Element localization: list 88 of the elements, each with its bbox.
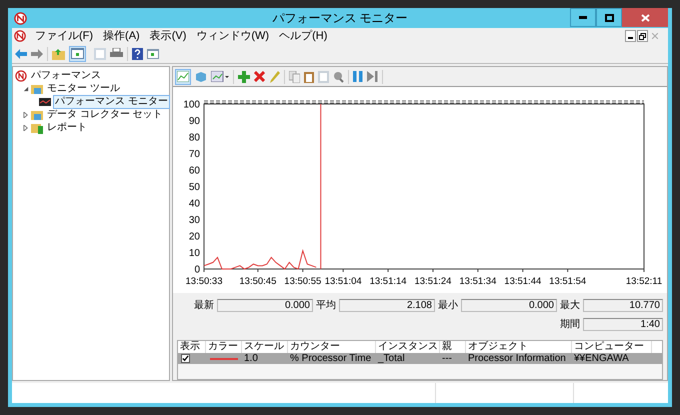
close-icon [640,14,650,22]
forward-arrow-icon[interactable] [31,48,43,59]
tree-item[interactable]: モニター ツール [45,82,122,96]
stat-label: 最小 [438,298,458,314]
x-tick-label: 13:51:04 [324,276,362,288]
y-tick-label: 90 [188,116,200,128]
pause-icon[interactable] [353,71,363,82]
checkbox[interactable] [181,354,190,364]
stat-value: 10.770 [583,299,663,312]
maximize-icon [604,14,614,22]
cube-icon[interactable] [195,71,207,82]
minimize-icon [628,37,633,40]
clipboard-icon[interactable] [304,70,314,83]
x-tick-label: 13:51:14 [370,276,407,288]
x-tick-label: 13:51:54 [549,276,586,288]
monitor-icon [39,96,51,108]
y-tick-label: 70 [188,149,200,160]
y-tick-label: 40 [188,198,200,210]
close-button[interactable] [622,8,668,27]
maximize-button[interactable] [596,8,622,27]
minimize-icon [579,16,587,19]
stat-value: 2.108 [339,299,435,312]
table-cell-text: % Processor Time [289,353,372,364]
menu-item[interactable]: 操作(A) [103,28,140,44]
y-tick-label: 100 [183,100,200,111]
gauge-icon [15,70,27,82]
stat-label: 期間 [560,318,580,332]
menu-item[interactable]: 表示(V) [150,28,186,44]
pane-icon[interactable] [147,48,159,59]
folder-up-icon[interactable] [52,48,65,60]
table-cell-text: --- [441,353,453,364]
folder-icon [31,108,43,121]
menu-item[interactable]: ファイル(F) [35,28,94,44]
help-icon[interactable] [132,48,143,60]
pane-icon[interactable] [71,48,84,60]
back-arrow-icon[interactable] [15,48,27,59]
app-icon [14,30,26,42]
x-tick-label: 13:51:44 [504,276,542,288]
minimize-button[interactable] [625,30,636,42]
graph-icon[interactable] [177,71,189,82]
menu-item[interactable]: ヘルプ(H) [279,28,328,44]
collapse-arrow-icon[interactable] [23,86,29,92]
x-tick-label: 13:51:34 [459,276,496,288]
restore-button[interactable] [637,30,648,42]
step-icon[interactable] [367,71,378,82]
tree-item[interactable]: データ コレクター セット [45,108,165,122]
stat-label: 平均 [316,299,336,314]
table-cell-text: _Total [376,353,406,364]
menu-item[interactable]: ウィンドウ(W) [196,28,270,44]
chart-type-icon[interactable] [211,71,229,82]
x-tick-label: 13:51:24 [414,276,452,288]
tree-item[interactable]: パフォーマンス モニター [53,94,170,109]
folder-icon [31,82,43,95]
copy-icon[interactable] [289,70,300,83]
delete-icon[interactable] [254,71,265,82]
stat-value: 1:40 [583,318,663,332]
y-tick-label: 80 [188,132,200,144]
stat-value: 0.000 [217,299,313,312]
plus-icon[interactable] [238,70,250,83]
tree-item[interactable]: レポート [45,120,89,135]
y-tick-label: 20 [188,232,200,243]
minimize-button[interactable] [570,8,596,27]
x-tick-label: 13:52:11 [626,276,662,288]
window-title: パフォーマンス モニター [271,10,409,28]
table-cell-text: Processor Information [467,353,567,364]
x-tick-label: 13:50:45 [239,276,276,288]
tree-item[interactable]: パフォーマンス [29,68,103,83]
folder-icon [31,122,43,134]
magnifier-icon[interactable] [333,70,344,83]
table-cell-text: 1.0 [243,353,259,364]
y-tick-label: 10 [188,248,200,260]
counter-row[interactable]: 1.0 % Processor Time _Total --- Processor Information ¥¥ENGAWA [178,353,662,364]
restore-icon [639,32,646,40]
y-tick-label: 60 [188,166,200,177]
y-tick-label: 30 [188,215,200,226]
printer-icon[interactable] [110,48,123,60]
y-tick-label: 50 [188,182,200,194]
x-tick-label: 13:50:55 [284,276,322,288]
table-cell-text: ¥¥ENGAWA [573,353,630,364]
stat-value: 0.000 [461,299,557,312]
stat-label: 最大 [560,298,580,314]
close-icon [652,33,658,40]
x-tick-label: 13:50:33 [186,276,222,288]
stat-label: 最新 [193,298,214,314]
y-tick-label: 0 [194,264,200,276]
expand-arrow-icon[interactable] [23,112,29,118]
app-icon [14,12,27,25]
expand-arrow-icon[interactable] [23,124,29,131]
